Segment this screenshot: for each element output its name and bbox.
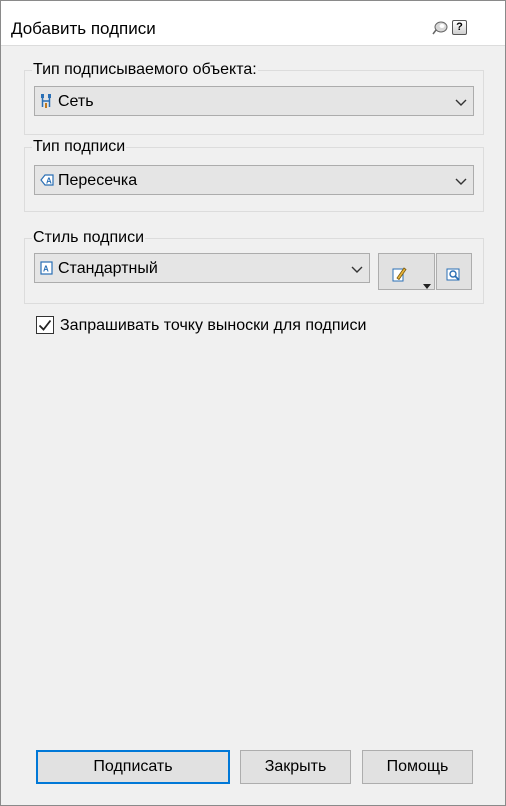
- label-style-icon: A: [40, 260, 54, 276]
- label-button[interactable]: Подписать: [36, 750, 230, 784]
- label-type-value: Пересечка: [58, 172, 138, 189]
- svg-text:A: A: [43, 265, 49, 274]
- checkmark-icon: [38, 319, 52, 331]
- label-style-value: Стандартный: [58, 260, 158, 277]
- network-icon: [40, 93, 54, 109]
- prompt-leader-label: Запрашивать точку выноски для подписи: [60, 317, 367, 334]
- close-button[interactable]: Закрыть: [240, 750, 351, 784]
- object-type-dropdown[interactable]: Сеть: [34, 86, 474, 116]
- label-type-icon: A: [40, 172, 54, 188]
- label-type-dropdown[interactable]: A Пересечка: [34, 165, 474, 195]
- help-icon[interactable]: ?: [452, 20, 467, 35]
- label-style-label: Стиль подписи: [32, 229, 146, 247]
- chevron-down-icon: [351, 262, 363, 273]
- add-labels-window: Добавить подписи ? Тип подписываемого об…: [0, 0, 506, 806]
- edit-style-split-button[interactable]: [378, 253, 435, 290]
- label-style-dropdown[interactable]: A Стандартный: [34, 253, 370, 283]
- svg-text:A: A: [46, 177, 52, 186]
- object-type-label: Тип подписываемого объекта:: [32, 61, 258, 79]
- edit-style-icon: [391, 263, 407, 282]
- preview-style-button[interactable]: [436, 253, 472, 290]
- object-type-value: Сеть: [58, 93, 94, 110]
- chevron-down-icon: [455, 95, 467, 106]
- chevron-down-icon: [455, 174, 467, 185]
- dropdown-arrow-icon: [423, 270, 431, 289]
- window-title: Добавить подписи: [11, 19, 156, 38]
- label-type-label: Тип подписи: [32, 138, 127, 156]
- preview-icon: [446, 263, 462, 281]
- pin-icon[interactable]: [432, 20, 448, 36]
- help-button[interactable]: Помощь: [362, 750, 473, 784]
- prompt-leader-checkbox[interactable]: [36, 316, 54, 334]
- title-bar: Добавить подписи ?: [1, 1, 505, 46]
